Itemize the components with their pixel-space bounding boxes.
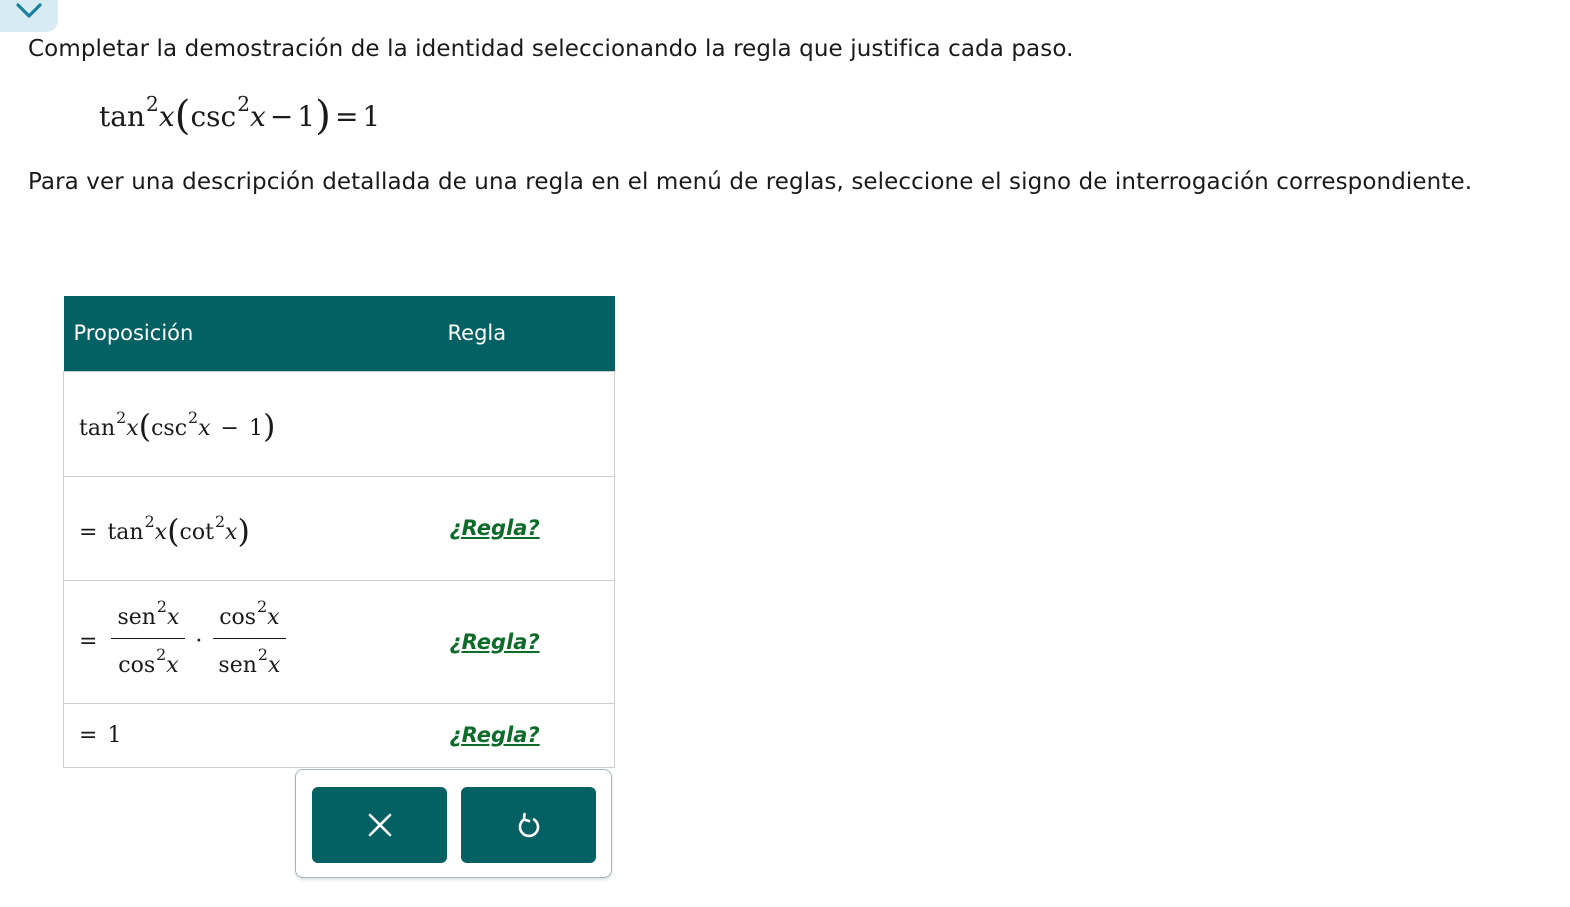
undo-icon	[518, 812, 539, 838]
rule-cell	[427, 370, 615, 477]
collapse-toggle[interactable]	[0, 0, 58, 32]
rule-cell: ¿Regla?	[427, 475, 615, 581]
proposition-cell: = tan2x(cot2x)	[63, 475, 428, 581]
proof-table: Proposición Regla tan2x(csc2x −1) = tan2x(…	[63, 296, 615, 768]
clear-button[interactable]	[312, 787, 447, 863]
table-row: = tan2x(cot2x) ¿Regla?	[63, 475, 615, 581]
proposition-cell: = sen2x cos2x · cos2x sen2x	[63, 579, 428, 704]
undo-button[interactable]	[461, 787, 596, 863]
instructions-text: Completar la demostración de la identida…	[28, 36, 1074, 62]
table-row: = 1 ¿Regla?	[63, 702, 615, 768]
rule-selector-link[interactable]: ¿Regla?	[450, 723, 540, 747]
proposition-cell: tan2x(csc2x −1)	[63, 370, 428, 477]
proposition-cell: = 1	[63, 702, 428, 768]
fraction: sen2x cos2x	[111, 597, 186, 678]
proposition-expression: tan2x(csc2x −1)	[79, 407, 276, 446]
proposition-expression: = 1	[79, 722, 122, 748]
proposition-expression: = tan2x(cot2x)	[79, 511, 250, 550]
rule-cell: ¿Regla?	[427, 702, 615, 768]
rule-help-text: Para ver una descripción detallada de un…	[28, 169, 1473, 195]
header-proposition: Proposición	[63, 296, 428, 371]
close-icon	[368, 813, 391, 837]
identity-equation: tan2x(csc2x −1) = 1	[99, 91, 381, 140]
rule-cell: ¿Regla?	[427, 579, 615, 704]
proposition-expression: = sen2x cos2x · cos2x sen2x	[79, 597, 290, 678]
fraction: cos2x sen2x	[212, 597, 286, 678]
rule-selector-link[interactable]: ¿Regla?	[450, 630, 540, 654]
action-button-panel	[295, 769, 612, 878]
table-row: = sen2x cos2x · cos2x sen2x ¿Regla?	[63, 579, 615, 704]
rule-selector-link[interactable]: ¿Regla?	[450, 516, 540, 540]
table-row: tan2x(csc2x −1)	[63, 370, 615, 477]
header-rule: Regla	[427, 296, 615, 371]
chevron-down-icon	[16, 3, 42, 18]
